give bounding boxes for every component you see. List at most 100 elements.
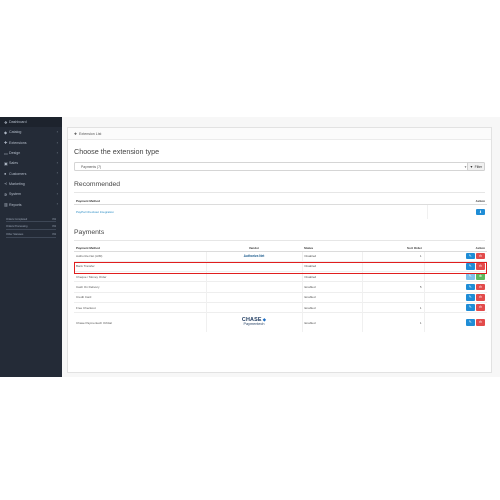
chevron-right-icon: › bbox=[56, 160, 58, 166]
viewport: ❖ Dashboard ◆ Catalog › ✚ Extensions › ▭… bbox=[0, 0, 500, 500]
edit-button[interactable]: ✎ bbox=[465, 283, 475, 291]
stat-other-statuses: Other Statuses 0% bbox=[6, 233, 56, 239]
admin-app: ❖ Dashboard ◆ Catalog › ✚ Extensions › ▭… bbox=[0, 117, 500, 377]
vendor-cell bbox=[205, 301, 302, 313]
uninstall-button[interactable]: ⊖ bbox=[476, 319, 485, 326]
row-actions: ✎ ⊖ bbox=[423, 301, 487, 313]
select-value: Payments (7) bbox=[81, 164, 102, 169]
uninstall-button[interactable]: ⊖ bbox=[476, 263, 485, 270]
uninstall-button[interactable]: ⊖ bbox=[476, 294, 485, 301]
uninstall-button[interactable]: ⊖ bbox=[476, 252, 485, 260]
recommended-table: Payment Method Action PayPal Checkout In… bbox=[74, 198, 487, 219]
vendor-cell: CHASE ◆ Paymentech bbox=[205, 312, 302, 332]
vendor-cell bbox=[205, 281, 302, 293]
sidebar-item-customers[interactable]: ● Customers › bbox=[0, 168, 62, 178]
authorize-net-logo: Authorize.Net bbox=[243, 254, 265, 259]
edit-button[interactable]: ✎ bbox=[465, 263, 475, 270]
edit-button[interactable]: ✎ bbox=[465, 319, 475, 326]
sort-order: 5 bbox=[361, 281, 424, 293]
vendor-cell bbox=[205, 260, 302, 272]
stat-value: 0% bbox=[52, 225, 56, 229]
sidebar-item-system[interactable]: ✲ System › bbox=[0, 189, 62, 199]
stat-orders-completed: Orders Completed 0% bbox=[6, 218, 56, 223]
stat-orders-processing: Orders Processing 0% bbox=[6, 225, 56, 231]
sidebar-item-label: Catalog bbox=[9, 130, 22, 135]
sidebar-item-label: Design bbox=[9, 151, 21, 156]
stat-label: Other Statuses bbox=[6, 233, 24, 237]
stat-value: 0% bbox=[52, 233, 56, 237]
sidebar-item-label: Sales bbox=[9, 161, 18, 166]
sidebar-item-design[interactable]: ▭ Design › bbox=[0, 148, 62, 158]
filter-button-label: Filter bbox=[474, 164, 483, 169]
sidebar-item-marketing[interactable]: ≺ Marketing › bbox=[0, 179, 62, 189]
filter-button[interactable]: ▼ Filter bbox=[467, 162, 485, 171]
sidebar-item-label: Marketing bbox=[9, 181, 25, 186]
table-row: Credit Card Enabled ✎ ⊖ bbox=[74, 291, 487, 303]
download-button[interactable]: ⬇ bbox=[476, 208, 485, 215]
sort-order bbox=[361, 291, 424, 303]
row-actions: ✎ ⊕ bbox=[423, 271, 487, 282]
filter-icon: ▼ bbox=[469, 164, 474, 169]
divider bbox=[74, 192, 485, 193]
sort-order: 1 bbox=[361, 301, 424, 313]
payment-method-name: Cash On Delivery bbox=[74, 281, 206, 293]
table-row: Chase Paymentech Orbital CHASE ◆ Payment… bbox=[74, 312, 487, 332]
edit-button[interactable]: ✎ bbox=[465, 304, 475, 311]
sidebar-item-sales[interactable]: ▣ Sales › bbox=[0, 158, 62, 168]
sort-order: 1 bbox=[361, 312, 424, 332]
sidebar-item-extensions[interactable]: ✚ Extensions › bbox=[0, 138, 62, 148]
stat-value: 0% bbox=[52, 217, 56, 221]
chevron-right-icon: › bbox=[56, 170, 58, 176]
payment-status: Disabled bbox=[301, 271, 362, 282]
payment-method-name: Authorize.Net (AIM) bbox=[74, 250, 206, 262]
payment-status: Enabled bbox=[301, 291, 362, 303]
sidebar-item-dashboard[interactable]: ❖ Dashboard bbox=[0, 117, 62, 128]
payment-status: Enabled bbox=[301, 301, 362, 313]
payment-method-name: Bank Transfer bbox=[74, 260, 206, 272]
extension-panel: ✚ Extension List Choose the extension ty… bbox=[67, 127, 492, 373]
row-actions: ✎ ⊖ bbox=[423, 291, 487, 303]
stat-label: Orders Processing bbox=[6, 225, 28, 229]
edit-button[interactable]: ✎ bbox=[465, 273, 475, 280]
chevron-right-icon: › bbox=[56, 191, 58, 197]
recommended-title: Recommended bbox=[74, 181, 121, 188]
stat-label: Orders Completed bbox=[6, 217, 28, 221]
table-row: PayPal Checkout Integration ⬇ bbox=[74, 204, 487, 219]
payment-method-name: Cheque / Money Order bbox=[74, 271, 206, 282]
choose-extension-title: Choose the extension type bbox=[74, 147, 160, 156]
chase-octagon-icon: ◆ bbox=[262, 316, 267, 322]
payment-method-name: Chase Paymentech Orbital bbox=[74, 312, 206, 332]
payment-status: Enabled bbox=[301, 312, 362, 332]
install-button[interactable]: ⊕ bbox=[476, 273, 485, 280]
paymentech-logo-text: Paymentech bbox=[243, 322, 265, 327]
divider bbox=[74, 239, 485, 241]
chevron-right-icon: › bbox=[56, 139, 58, 145]
payment-status: Disabled bbox=[301, 250, 362, 262]
table-row: Cheque / Money Order Disabled ✎ ⊕ bbox=[74, 271, 487, 282]
row-actions: ✎ ⊖ bbox=[423, 260, 487, 272]
row-actions: ✎ ⊖ bbox=[423, 312, 487, 332]
progress-bar bbox=[6, 229, 56, 231]
table-row: Bank Transfer Disabled ✎ ⊖ bbox=[74, 260, 487, 272]
chevron-right-icon: › bbox=[56, 149, 58, 155]
progress-bar bbox=[6, 236, 56, 239]
uninstall-button[interactable]: ⊖ bbox=[476, 283, 485, 291]
payment-method-name: Free Checkout bbox=[74, 301, 206, 313]
payment-status: Disabled bbox=[301, 260, 362, 272]
extension-type-select[interactable]: Payments (7) ▼ bbox=[74, 162, 472, 171]
panel-heading-label: Extension List bbox=[79, 131, 102, 136]
payments-table: Payment Method Vendor Status Sort Order … bbox=[74, 244, 487, 332]
uninstall-button[interactable]: ⊖ bbox=[476, 304, 485, 311]
chevron-right-icon: › bbox=[56, 180, 58, 186]
recommended-extension-link[interactable]: PayPal Checkout Integration bbox=[74, 204, 427, 219]
edit-button[interactable]: ✎ bbox=[465, 252, 475, 260]
table-row: Free Checkout Enabled 1 ✎ ⊖ bbox=[74, 301, 487, 313]
chevron-right-icon: › bbox=[56, 201, 58, 207]
table-row: Cash On Delivery Enabled 5 ✎ ⊖ bbox=[74, 281, 487, 293]
sidebar-item-reports[interactable]: ▥ Reports › bbox=[0, 199, 62, 209]
puzzle-icon: ✚ bbox=[74, 131, 78, 136]
edit-button[interactable]: ✎ bbox=[465, 294, 475, 301]
sidebar: ❖ Dashboard ◆ Catalog › ✚ Extensions › ▭… bbox=[0, 117, 62, 377]
order-stats: Orders Completed 0% Orders Processing 0% O… bbox=[6, 218, 56, 239]
sidebar-item-catalog[interactable]: ◆ Catalog › bbox=[0, 127, 62, 137]
